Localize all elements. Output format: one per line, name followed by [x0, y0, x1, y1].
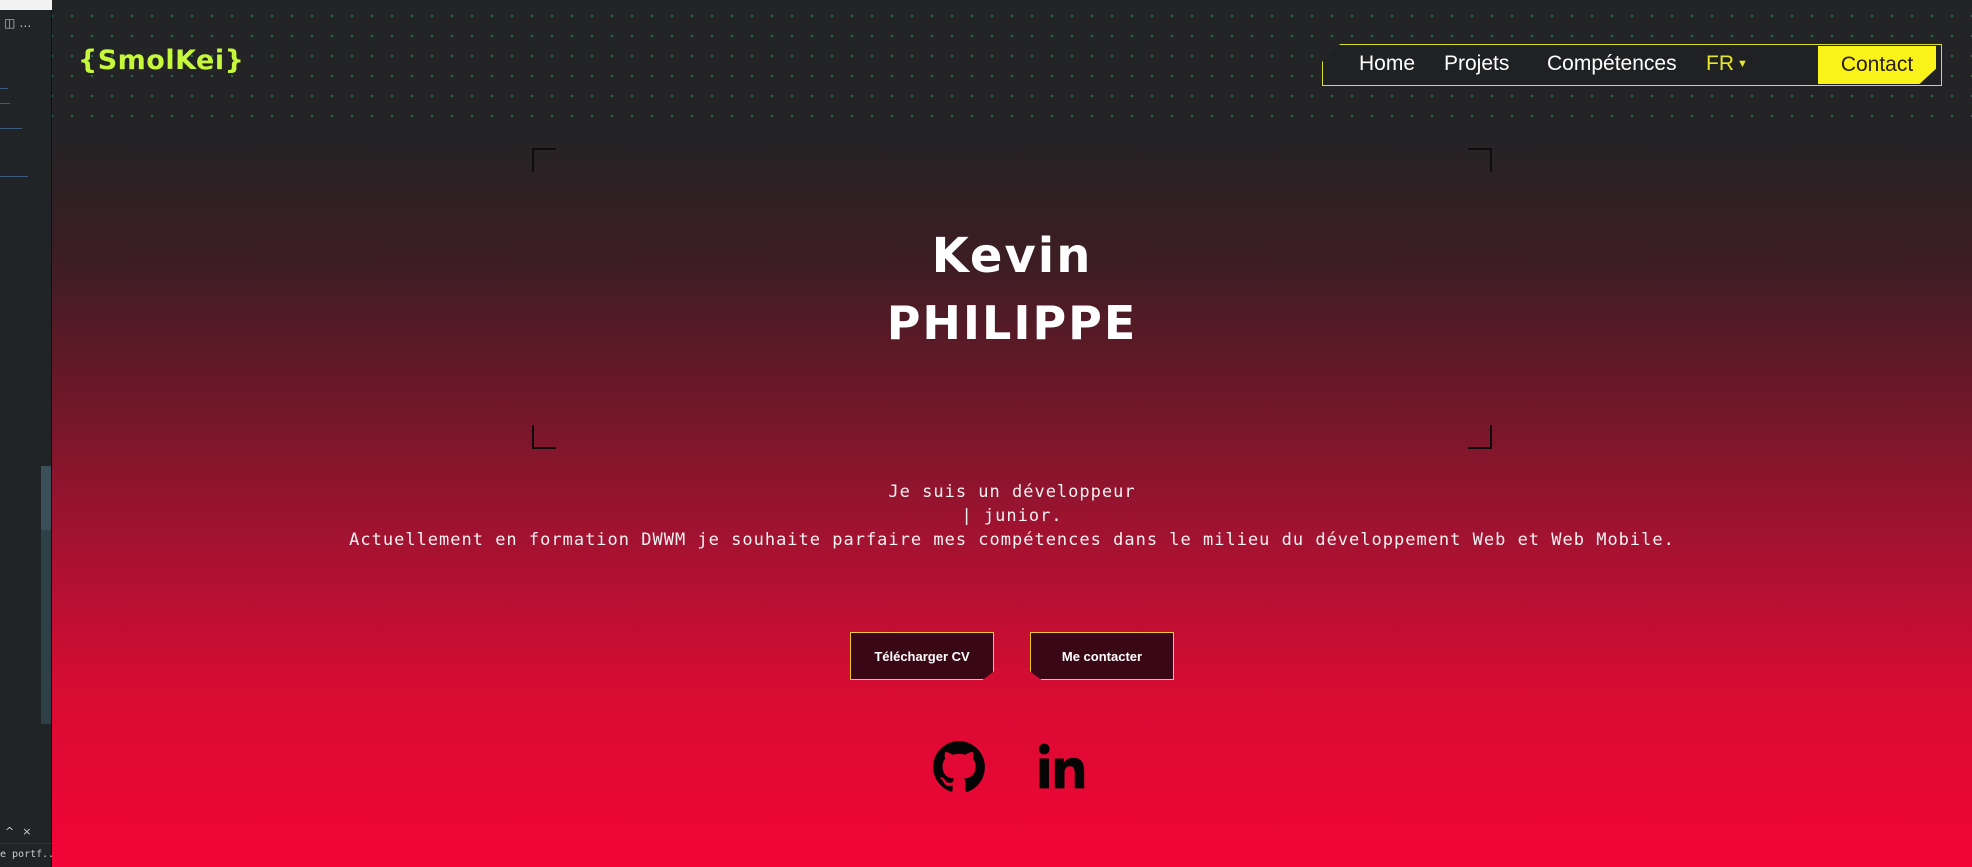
site-logo[interactable]: {SmolKei} — [78, 45, 244, 76]
hero-intro-line-3: Actuellement en formation DWWM je souhai… — [349, 530, 1675, 550]
chevron-up-icon[interactable]: ^ — [5, 825, 22, 838]
editor-sidebar-topbar — [0, 0, 52, 10]
frame-corner-top-left — [532, 148, 556, 172]
language-label: FR — [1706, 52, 1734, 75]
language-selector[interactable]: FR ▼ — [1706, 52, 1748, 76]
sidebar-bottom-controls: ^× — [5, 825, 39, 838]
split-panel-icon[interactable]: ◫ — [4, 16, 19, 30]
close-icon[interactable]: × — [22, 825, 39, 838]
nav-projects[interactable]: Projets — [1444, 52, 1509, 76]
minimap-line — [0, 128, 22, 129]
contact-me-button[interactable]: Me contacter — [1030, 632, 1174, 680]
minimap-line — [0, 103, 10, 104]
editor-sidebar: ◫… ^× e portf... — [0, 0, 52, 867]
more-options-icon[interactable]: … — [19, 16, 35, 30]
github-icon — [933, 741, 985, 792]
minimap-line — [0, 176, 28, 177]
sidebar-toolbar: ◫… — [4, 16, 35, 30]
open-file-tab[interactable]: e portf... — [0, 843, 52, 867]
editor-scrollbar-thumb[interactable] — [41, 466, 51, 530]
download-cv-button[interactable]: Télécharger CV — [850, 632, 994, 680]
frame-corner-top-right — [1468, 148, 1492, 172]
nav-home[interactable]: Home — [1359, 52, 1415, 76]
portfolio-page: {SmolKei} Home Projets Compétences FR ▼ C… — [52, 0, 1972, 867]
hero-first-name: Kevin — [931, 228, 1093, 284]
frame-corner-bottom-right — [1468, 425, 1492, 449]
hero-intro-line-1: Je suis un développeur — [888, 482, 1136, 502]
frame-corner-bottom-left — [532, 425, 556, 449]
github-link[interactable] — [932, 740, 986, 794]
caret-down-icon: ▼ — [1737, 58, 1748, 70]
hero-last-name: PHILIPPE — [886, 296, 1138, 350]
nav-contact-button[interactable]: Contact — [1818, 46, 1936, 84]
minimap-line — [0, 88, 8, 89]
hero-intro-line-2: | junior. — [961, 506, 1063, 526]
linkedin-icon — [1038, 743, 1085, 789]
linkedin-link[interactable] — [1035, 740, 1089, 794]
nav-skills[interactable]: Compétences — [1547, 52, 1677, 76]
